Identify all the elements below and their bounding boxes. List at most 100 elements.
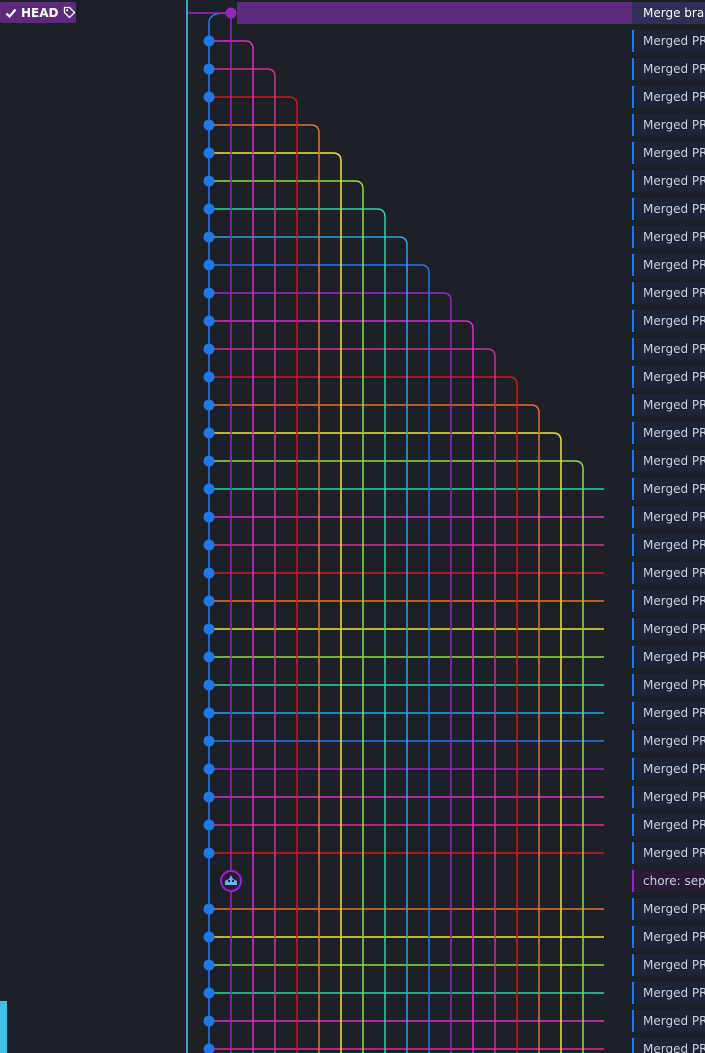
commit-message-column: Merge bran Merged PR Merged PR Merged PR Mer… [632, 0, 705, 1053]
commit-message: Merged PR [643, 482, 705, 496]
commit-row[interactable]: Merged PR [632, 170, 705, 192]
row-accent [632, 618, 634, 640]
commit-row[interactable]: Merged PR [632, 646, 705, 668]
commit-message: Merged PR [643, 230, 705, 244]
head-commit-node [225, 7, 237, 19]
branch-lane [442, 292, 452, 1053]
commit-row[interactable]: Merged PR [632, 786, 705, 808]
branch-lane [420, 264, 430, 1053]
commit-message: Merged PR [643, 202, 705, 216]
commit-row[interactable]: Merged PR [632, 366, 705, 388]
commit-node [203, 315, 215, 327]
commit-node [203, 147, 215, 159]
commit-row[interactable]: Merged PR [632, 506, 705, 528]
commit-row[interactable]: Merged PR [632, 282, 705, 304]
commit-row[interactable]: Merged PR [632, 1038, 705, 1053]
commit-node [203, 203, 215, 215]
commit-row[interactable]: Merged PR [632, 478, 705, 500]
commit-message: Merged PR [643, 846, 705, 860]
commit-row[interactable]: chore: sepa [632, 870, 705, 892]
commit-node [203, 1043, 215, 1053]
row-accent [632, 870, 634, 892]
commit-row[interactable]: Merged PR [632, 730, 705, 752]
row-accent [632, 982, 634, 1004]
row-accent [632, 198, 634, 220]
branch-lane [244, 40, 254, 1053]
tag-icon [63, 6, 75, 19]
row-accent [632, 926, 634, 948]
branch-lane [530, 404, 540, 1053]
commit-message: Merge bran [643, 6, 705, 20]
commit-node [203, 371, 215, 383]
commit-row[interactable]: Merged PR [632, 254, 705, 276]
row-accent [632, 730, 634, 752]
row-accent [632, 338, 634, 360]
commit-row[interactable]: Merge bran [632, 2, 705, 24]
commit-node [203, 231, 215, 243]
row-accent [632, 254, 634, 276]
commit-row[interactable]: Merged PR [632, 30, 705, 52]
commit-message: Merged PR [643, 314, 705, 328]
commit-message: Merged PR [643, 426, 705, 440]
commit-node [203, 455, 215, 467]
commit-row[interactable]: Merged PR [632, 674, 705, 696]
commit-row[interactable]: Merged PR [632, 198, 705, 220]
commit-row[interactable]: Merged PR [632, 758, 705, 780]
row-accent [632, 114, 634, 136]
row-accent [632, 534, 634, 556]
commit-row[interactable]: Merged PR [632, 814, 705, 836]
commit-row[interactable]: Merged PR [632, 1010, 705, 1032]
commit-row[interactable]: Merged PR [632, 618, 705, 640]
commit-row[interactable]: Merged PR [632, 450, 705, 472]
git-graph-view: HEAD Merge bran Merged PR Merged PR Merged … [0, 0, 705, 1053]
commit-row[interactable]: Merged PR [632, 338, 705, 360]
commit-node [203, 1015, 215, 1027]
commit-row[interactable]: Merged PR [632, 142, 705, 164]
row-accent [632, 590, 634, 612]
commit-row[interactable]: Merged PR [632, 534, 705, 556]
commit-row[interactable]: Merged PR [632, 394, 705, 416]
commit-row[interactable]: Merged PR [632, 58, 705, 80]
commit-message: Merged PR [643, 902, 705, 916]
commit-row[interactable]: Merged PR [632, 590, 705, 612]
commit-graph-svg [188, 2, 634, 1053]
commit-node [203, 287, 215, 299]
commit-row[interactable]: Merged PR [632, 226, 705, 248]
commit-row[interactable]: Merged PR [632, 982, 705, 1004]
commit-message: Merged PR [643, 790, 705, 804]
branch-lane [464, 320, 474, 1053]
commit-message: Merged PR [643, 566, 705, 580]
commit-node [203, 959, 215, 971]
commit-row[interactable]: Merged PR [632, 898, 705, 920]
commit-row[interactable]: Merged PR [632, 422, 705, 444]
commit-message: Merged PR [643, 174, 705, 188]
commit-row[interactable]: Merged PR [632, 926, 705, 948]
row-accent [632, 758, 634, 780]
commit-row[interactable]: Merged PR [632, 86, 705, 108]
commit-message: Merged PR [643, 622, 705, 636]
row-accent [632, 366, 634, 388]
commit-row[interactable]: Merged PR [632, 702, 705, 724]
commit-node [203, 539, 215, 551]
commit-message: Merged PR [643, 34, 705, 48]
row-accent [632, 2, 634, 24]
commit-row[interactable]: Merged PR [632, 562, 705, 584]
row-accent [632, 58, 634, 80]
commit-message: Merged PR [643, 986, 705, 1000]
commit-message: Merged PR [643, 286, 705, 300]
commit-message: Merged PR [643, 762, 705, 776]
branch-lane [486, 348, 496, 1053]
row-accent [632, 86, 634, 108]
head-ref-badge[interactable]: HEAD [0, 2, 76, 23]
commit-row[interactable]: Merged PR [632, 954, 705, 976]
row-accent [632, 954, 634, 976]
commit-row[interactable]: Merged PR [632, 114, 705, 136]
head-label: HEAD [21, 5, 59, 20]
commit-message: Merged PR [643, 146, 705, 160]
scrollbar-thumb[interactable] [0, 1001, 7, 1053]
commit-row[interactable]: Merged PR [632, 842, 705, 864]
commit-message: Merged PR [643, 62, 705, 76]
commit-message: Merged PR [643, 594, 705, 608]
commit-message: Merged PR [643, 1042, 705, 1053]
commit-row[interactable]: Merged PR [632, 310, 705, 332]
